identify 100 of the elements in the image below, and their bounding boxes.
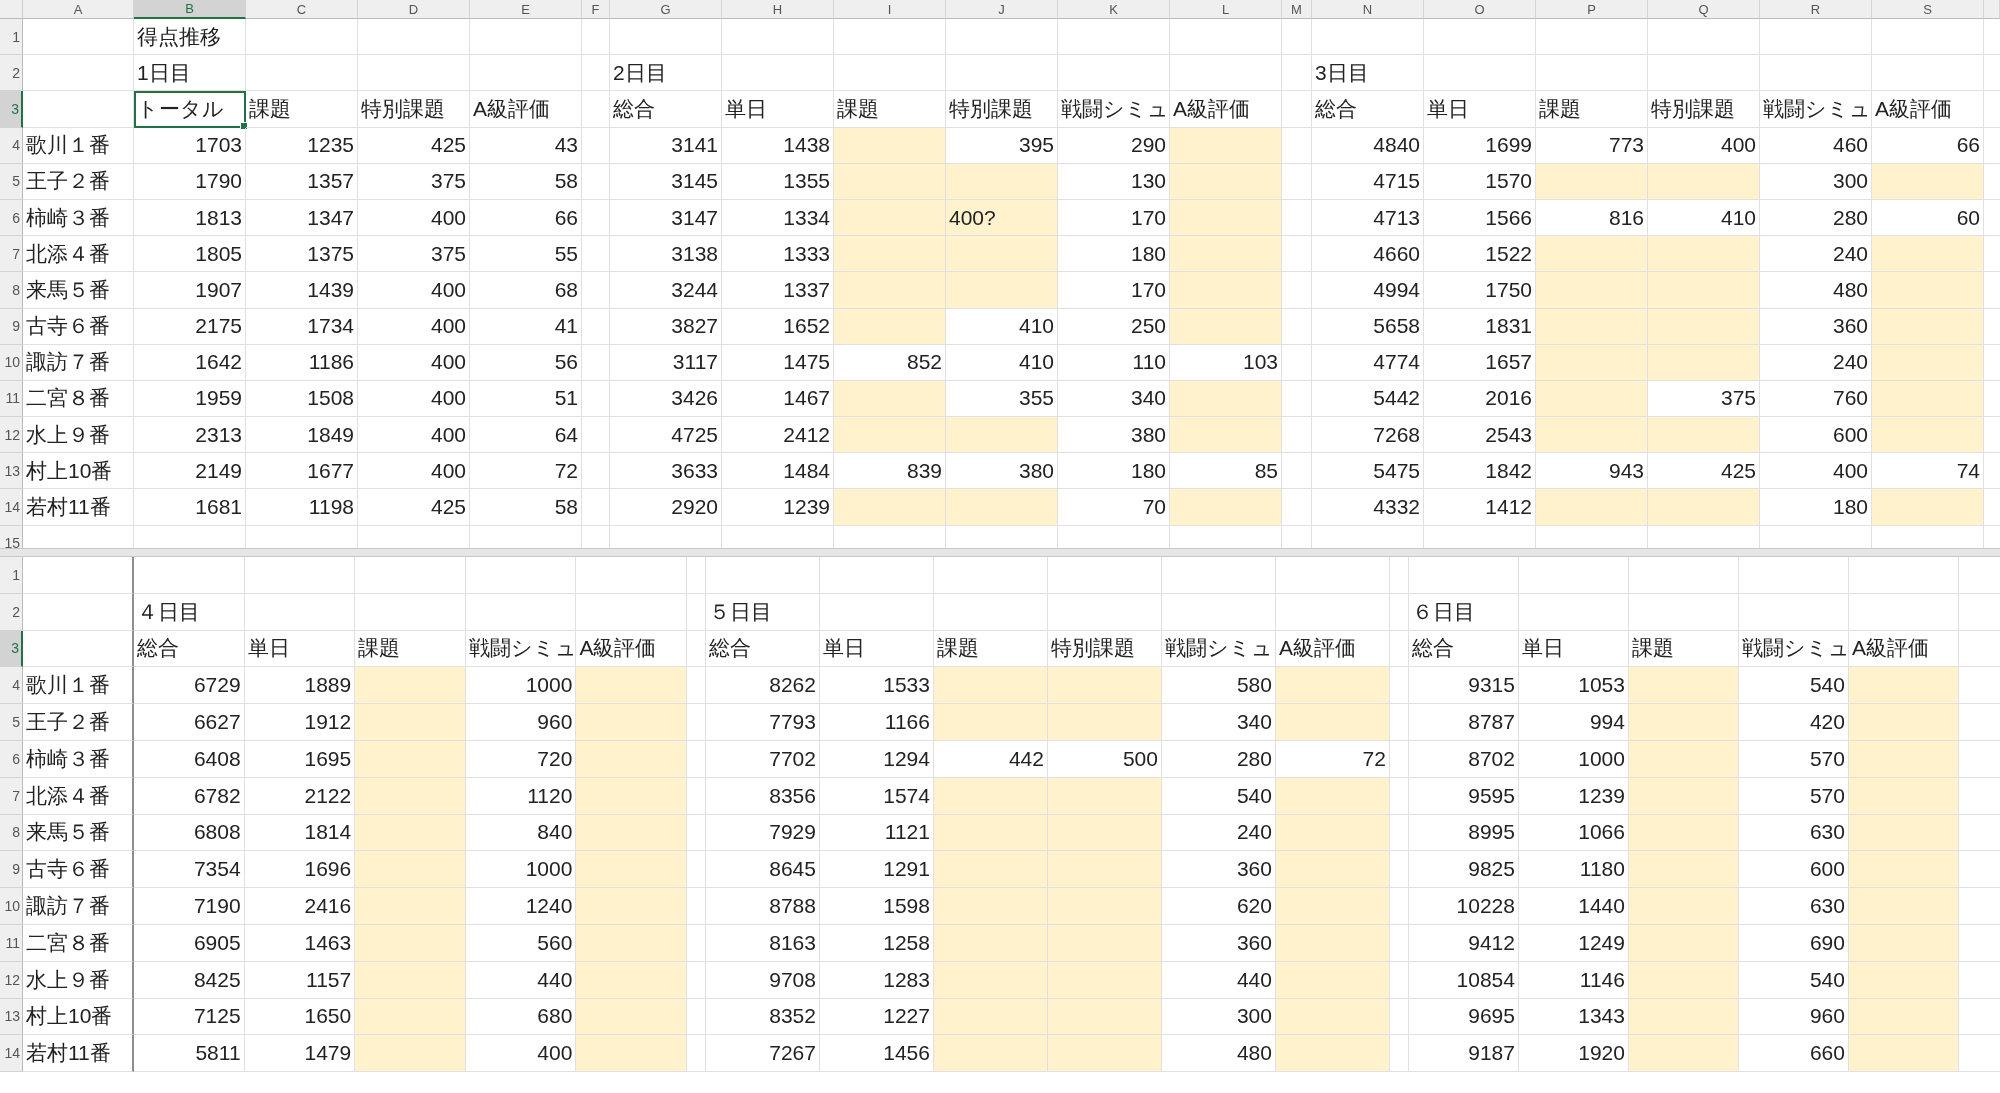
row-header[interactable]: 11 <box>0 380 23 418</box>
table-cell: 2175 <box>134 308 246 345</box>
table-cell: 1日目 <box>134 55 246 92</box>
table-cell: 6808 <box>134 814 245 852</box>
column-header[interactable]: P <box>1536 0 1648 19</box>
table-cell: 4840 <box>1312 127 1424 164</box>
column-header[interactable]: D <box>358 0 470 19</box>
table-cell: 570 <box>1738 741 1849 778</box>
row-header[interactable]: 4 <box>0 127 23 164</box>
table-cell: 8356 <box>705 777 820 815</box>
table-cell: 1703 <box>134 127 246 164</box>
table-cell: 51 <box>470 380 582 418</box>
row-header[interactable]: 14 <box>0 489 23 526</box>
table-cell: 55 <box>470 236 582 273</box>
table-cell: 660 <box>1738 1035 1849 1073</box>
table-cell: 340 <box>1161 704 1276 741</box>
row-header[interactable]: 6 <box>0 199 23 237</box>
column-header[interactable]: G <box>610 0 722 19</box>
row-header[interactable]: 10 <box>0 344 23 381</box>
row-header[interactable]: 6 <box>0 741 23 778</box>
column-header[interactable]: F <box>582 0 610 19</box>
table-cell: 400 <box>358 453 470 490</box>
row-header[interactable]: 2 <box>0 593 23 631</box>
column-header[interactable]: N <box>1312 0 1424 19</box>
row-header[interactable]: 12 <box>0 961 23 999</box>
row-header[interactable]: 3 <box>0 91 23 128</box>
table-cell: 425 <box>358 489 470 526</box>
table-cell: 1343 <box>1518 998 1629 1036</box>
pane-splitter[interactable] <box>0 548 2000 557</box>
row-header[interactable]: 13 <box>0 453 23 490</box>
column-header[interactable]: L <box>1170 0 1282 19</box>
row-header[interactable]: 4 <box>0 667 23 705</box>
row-header[interactable]: 14 <box>0 1035 23 1073</box>
column-header[interactable]: J <box>946 0 1058 19</box>
table-cell: 360 <box>1161 924 1276 962</box>
table-cell: 1734 <box>246 308 358 345</box>
table-cell: 9825 <box>1408 851 1519 889</box>
table-cell: 8702 <box>1408 741 1519 778</box>
column-header[interactable]: K <box>1058 0 1170 19</box>
row-header[interactable]: 3 <box>0 630 23 668</box>
table-cell: A級評価 <box>1170 91 1282 128</box>
table-cell <box>1389 557 1409 594</box>
row-header[interactable]: 15 <box>0 525 23 548</box>
row-header[interactable]: 5 <box>0 704 23 741</box>
table-cell: 7268 <box>1312 417 1424 454</box>
column-header[interactable]: E <box>470 0 582 19</box>
table-cell: 7267 <box>705 1035 820 1073</box>
row-header[interactable]: 7 <box>0 236 23 273</box>
table-cell: 8163 <box>705 924 820 962</box>
table-cell: 王子２番 <box>23 163 134 200</box>
row-header[interactable]: 12 <box>0 417 23 454</box>
table-cell: 1180 <box>1518 851 1629 889</box>
table-cell: 9595 <box>1408 777 1519 815</box>
row-header[interactable]: 1 <box>0 19 23 56</box>
table-cell: 4994 <box>1312 272 1424 309</box>
row-header[interactable]: 10 <box>0 888 23 925</box>
table-cell: 630 <box>1738 888 1849 925</box>
table-cell: 単日 <box>722 91 834 128</box>
row-header[interactable]: 11 <box>0 924 23 962</box>
table-cell: 375 <box>358 163 470 200</box>
table-cell: 若村11番 <box>23 1035 134 1073</box>
column-header[interactable]: R <box>1760 0 1872 19</box>
table-cell: 773 <box>1536 127 1648 164</box>
row-header[interactable]: 8 <box>0 272 23 309</box>
row-header[interactable]: 9 <box>0 308 23 345</box>
column-header[interactable]: M <box>1282 0 1312 19</box>
table-cell: 375 <box>358 236 470 273</box>
table-cell: 5442 <box>1312 380 1424 418</box>
row-header[interactable]: 1 <box>0 557 23 594</box>
row-header[interactable]: 7 <box>0 777 23 815</box>
column-header[interactable]: H <box>722 0 834 19</box>
table-cell: 特別課題 <box>946 91 1058 128</box>
row-header[interactable]: 2 <box>0 55 23 92</box>
row-header[interactable]: 9 <box>0 851 23 889</box>
table-cell: 1258 <box>819 924 934 962</box>
table-cell: 戦闘シミュ <box>1760 91 1872 128</box>
table-cell: 特別課題 <box>1648 91 1760 128</box>
table-cell: 単日 <box>244 630 356 668</box>
table-cell: 1677 <box>246 453 358 490</box>
table-cell: 400 <box>358 417 470 454</box>
column-header[interactable]: O <box>1424 0 1536 19</box>
table-cell: 580 <box>1161 667 1276 705</box>
column-header[interactable]: S <box>1872 0 1984 19</box>
table-cell: 425 <box>358 127 470 164</box>
table-cell: 460 <box>1760 127 1872 164</box>
table-cell: 1533 <box>819 667 934 705</box>
row-header[interactable]: 13 <box>0 998 23 1036</box>
table-cell: 1375 <box>246 236 358 273</box>
column-header[interactable]: I <box>834 0 946 19</box>
table-cell: 1000 <box>1518 741 1629 778</box>
row-header[interactable]: 5 <box>0 163 23 200</box>
row-header[interactable]: 8 <box>0 814 23 852</box>
select-all-corner[interactable] <box>0 0 23 19</box>
column-header <box>1984 0 2000 19</box>
column-header[interactable]: Q <box>1648 0 1760 19</box>
column-header[interactable]: B <box>134 0 246 19</box>
table-cell: 1475 <box>722 344 834 381</box>
column-header[interactable]: C <box>246 0 358 19</box>
column-header[interactable]: A <box>23 0 134 19</box>
table-cell: 1146 <box>1518 961 1629 999</box>
